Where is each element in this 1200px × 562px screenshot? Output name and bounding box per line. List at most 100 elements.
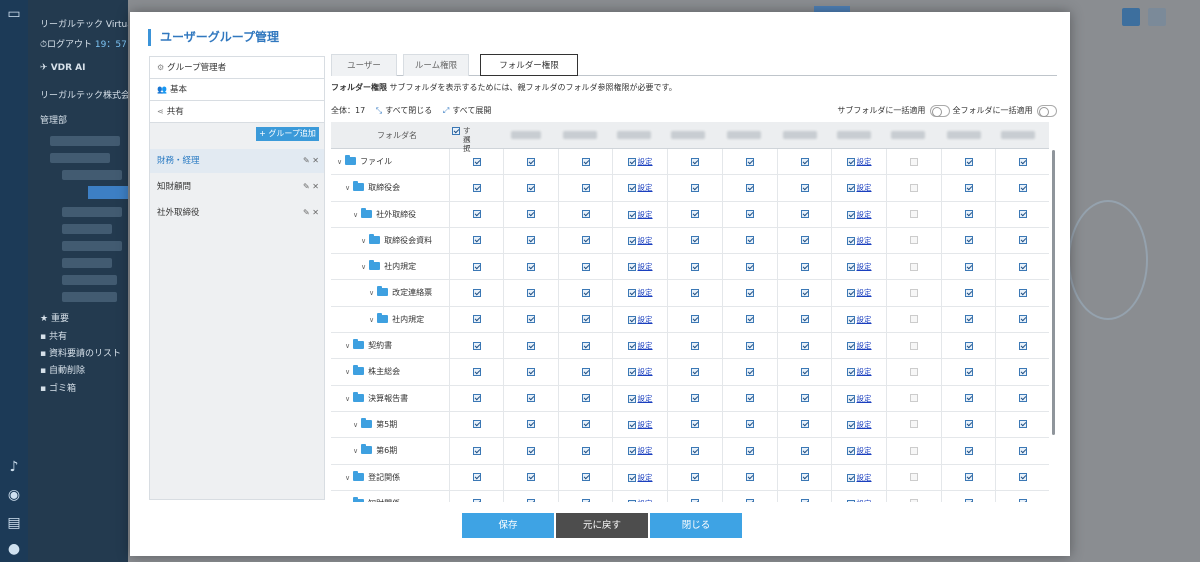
permission-checkbox[interactable] [800,394,809,403]
permission-checkbox[interactable] [846,184,855,193]
delete-icon[interactable]: ✕ [312,156,319,165]
permission-checkbox[interactable] [472,236,481,245]
permission-checkbox[interactable] [691,183,699,192]
tab-room-permission[interactable]: ルーム権限 [403,54,469,76]
tab-user[interactable]: ユーザー [331,54,397,76]
permission-checkbox[interactable] [472,473,481,482]
folder-name-cell[interactable]: ∨ 株主総会 [331,359,449,385]
permission-checkbox[interactable] [800,473,809,482]
permission-checkbox[interactable] [746,420,754,429]
permission-checkbox[interactable] [1018,236,1027,245]
permission-checkbox[interactable] [1018,262,1027,271]
permission-checkbox[interactable] [746,367,754,376]
setting-link[interactable]: 設定 [638,288,653,297]
setting-link[interactable]: 設定 [638,446,653,455]
permission-checkbox[interactable] [627,289,636,298]
collapse-icon[interactable]: ⤡ [376,106,382,115]
group-item-finance[interactable]: 財務・経理 ✎ ✕ [150,149,324,173]
setting-link[interactable]: 設定 [857,157,872,166]
permission-checkbox[interactable] [691,157,699,166]
permission-checkbox[interactable] [746,315,754,324]
permission-checkbox[interactable] [964,367,973,376]
permission-checkbox[interactable] [964,446,973,455]
permission-checkbox[interactable] [910,236,918,245]
folder-row[interactable]: ∨ 知財関係 設定 設定 [331,490,1049,502]
permission-checkbox[interactable] [746,288,754,297]
permission-checkbox[interactable] [691,315,699,324]
nav-auto-delete[interactable]: ▪ 自動削除 [40,363,85,376]
permission-checkbox[interactable] [746,157,754,166]
permission-checkbox[interactable] [691,210,699,219]
permission-checkbox[interactable] [1018,499,1027,502]
permission-checkbox[interactable] [1018,473,1027,482]
permission-checkbox[interactable] [964,499,973,502]
close-button[interactable]: 閉じる [650,513,742,538]
permission-checkbox[interactable] [846,368,855,377]
permission-checkbox[interactable] [746,183,754,192]
permission-checkbox[interactable] [472,367,481,376]
permission-checkbox[interactable] [581,367,590,376]
permission-checkbox[interactable] [910,446,918,455]
permission-checkbox[interactable] [846,210,855,219]
permission-checkbox[interactable] [527,420,535,429]
permission-checkbox[interactable] [627,394,636,403]
permission-checkbox[interactable] [581,183,590,192]
permission-checkbox[interactable] [472,341,481,350]
setting-link[interactable]: 設定 [857,394,872,403]
permission-checkbox[interactable] [527,367,535,376]
permission-checkbox[interactable] [846,394,855,403]
permission-checkbox[interactable] [910,499,918,502]
permission-checkbox[interactable] [627,499,636,502]
chevron-down-icon[interactable]: ∨ [345,184,350,192]
permission-checkbox[interactable] [581,473,590,482]
setting-link[interactable]: 設定 [857,262,872,271]
permission-checkbox[interactable] [472,420,481,429]
permission-checkbox[interactable] [746,446,754,455]
permission-checkbox[interactable] [846,420,855,429]
permission-checkbox[interactable] [581,394,590,403]
select-all-checkbox[interactable] [452,127,460,135]
nav-shared[interactable]: ▪ 共有 [40,329,67,342]
setting-link[interactable]: 設定 [857,446,872,455]
chevron-down-icon[interactable]: ∨ [369,316,374,324]
permission-checkbox[interactable] [964,236,973,245]
setting-link[interactable]: 設定 [638,394,653,403]
permission-checkbox[interactable] [746,236,754,245]
setting-link[interactable]: 設定 [638,157,653,166]
permission-checkbox[interactable] [964,420,973,429]
permission-checkbox[interactable] [910,367,918,376]
permission-checkbox[interactable] [472,499,481,502]
permission-checkbox[interactable] [472,183,481,192]
header-select-all[interactable]: すべて 選択 [452,126,471,153]
permission-checkbox[interactable] [627,184,636,193]
folder-row[interactable]: ∨ 取締役会資料 設定 設定 [331,227,1049,255]
permission-checkbox[interactable] [527,341,535,350]
permission-checkbox[interactable] [472,394,481,403]
permission-checkbox[interactable] [691,446,699,455]
pencil-icon[interactable]: ✎ [303,182,310,191]
folder-row[interactable]: ∨ 社内規定 設定 設定 [331,254,1049,281]
permission-checkbox[interactable] [846,158,855,166]
setting-link[interactable]: 設定 [857,210,872,219]
permission-checkbox[interactable] [1018,446,1027,455]
chevron-down-icon[interactable]: ∨ [353,421,358,429]
permission-checkbox[interactable] [846,315,855,324]
permission-checkbox[interactable] [910,394,918,403]
permission-checkbox[interactable] [910,315,918,324]
permission-checkbox[interactable] [581,341,590,350]
permission-checkbox[interactable] [472,288,481,297]
permission-checkbox[interactable] [846,342,855,351]
permission-checkbox[interactable] [1018,341,1027,350]
permission-checkbox[interactable] [527,210,535,219]
setting-link[interactable]: 設定 [857,341,872,350]
permission-checkbox[interactable] [627,420,636,429]
user-icon[interactable]: ◉ [5,486,23,504]
vertical-scrollbar[interactable] [1052,150,1055,435]
setting-link[interactable]: 設定 [857,367,872,376]
permission-checkbox[interactable] [746,210,754,219]
folder-row[interactable]: ∨ ファイル 設定 設定 [331,149,1049,176]
setting-link[interactable]: 設定 [638,236,653,245]
permission-checkbox[interactable] [627,263,636,272]
permission-checkbox[interactable] [910,210,918,219]
nav-important[interactable]: ★ 重要 [40,311,69,324]
